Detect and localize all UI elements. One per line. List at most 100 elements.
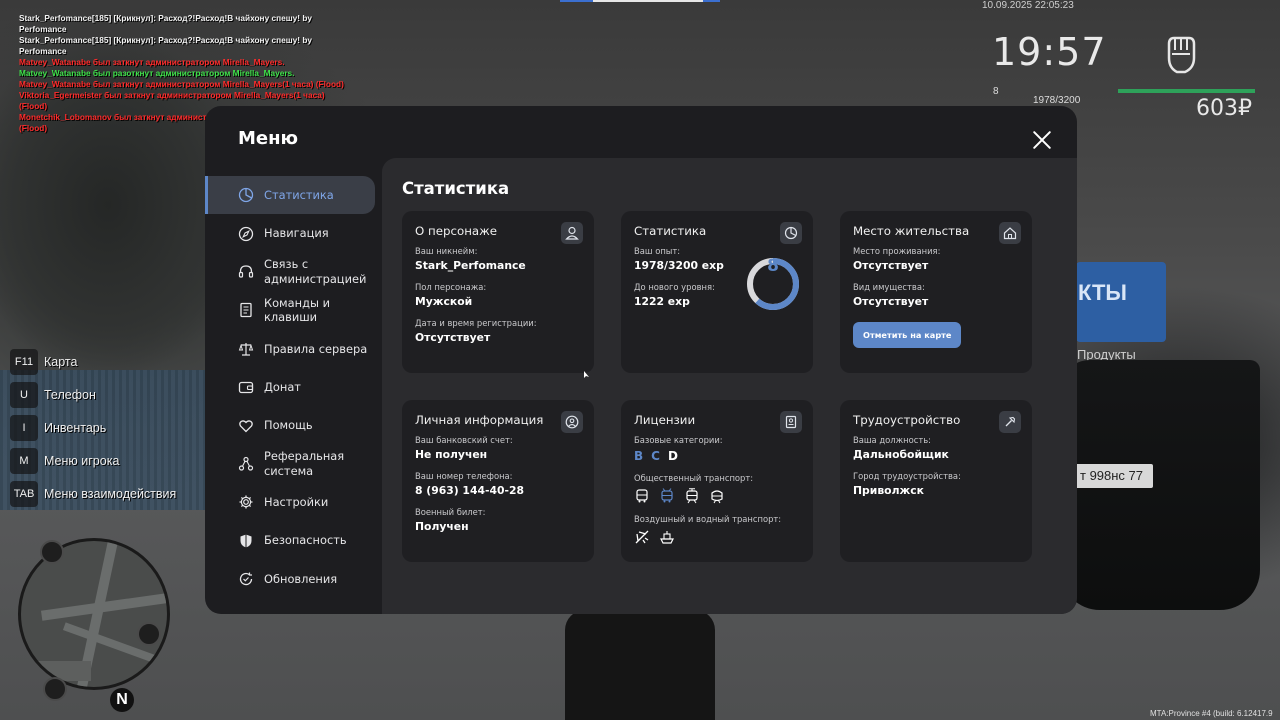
gender-label: Пол персонажа:	[415, 282, 487, 292]
stats-content-panel: Статистика О персонаже Ваш никнейм: Star…	[382, 158, 1077, 614]
basic-categories-label: Базовые категории:	[634, 435, 723, 445]
air-water-transport-icons	[634, 529, 800, 545]
sidebar-item-label: Помощь	[264, 418, 313, 433]
registration-label: Дата и время регистрации:	[415, 318, 537, 328]
license-category-b: B	[634, 449, 644, 463]
health-bar	[1118, 89, 1255, 93]
pie-chart-icon	[238, 187, 254, 203]
close-icon[interactable]	[1031, 129, 1053, 151]
sidebar-item-document[interactable]: Команды и клавиши	[205, 291, 382, 329]
hud-exp: 1978/3200	[1033, 95, 1081, 106]
minimap-blip-icon	[137, 622, 161, 646]
top-progress-bar-fill	[593, 0, 703, 2]
user-icon	[561, 222, 583, 244]
military-id-label: Военный билет:	[415, 507, 486, 517]
chat-line: Matvey_Watanabe был заткнут администрато…	[19, 79, 344, 89]
gender-value: Мужской	[415, 295, 473, 308]
employment-city-value: Приволжск	[853, 484, 924, 497]
network-icon	[238, 456, 254, 472]
sidebar-item-gear[interactable]: Настройки	[205, 483, 382, 521]
boat-icon	[659, 529, 675, 545]
card-title: О персонаже	[415, 224, 498, 238]
gear-icon	[238, 494, 254, 510]
build-info: MTA:Province #4 (build: 6.12417.9	[1150, 709, 1273, 718]
keybind-key: I	[10, 414, 38, 441]
background-player-character	[565, 610, 715, 720]
keybind-label: Меню игрока	[44, 453, 120, 468]
hud-date: 10.09.2025 22:05:23	[982, 0, 1074, 11]
phone-label: Ваш номер телефона:	[415, 471, 513, 481]
scales-icon	[238, 341, 254, 357]
license-card-icon	[780, 411, 802, 433]
card-title: Личная информация	[415, 413, 544, 427]
content-title: Статистика	[402, 179, 510, 198]
trolleybus-icon	[659, 488, 675, 504]
sidebar-item-headset[interactable]: Связь с администрацией	[205, 253, 382, 291]
chat-line: Matvey_Watanabe был разоткнут администра…	[19, 68, 295, 78]
menu-window: Меню Статистика Навигация Связь с админист…	[205, 106, 1077, 614]
chat-line: Perfomance	[19, 24, 67, 34]
card-title: Лицензии	[634, 413, 696, 427]
sidebar-item-wallet[interactable]: Донат	[205, 368, 382, 406]
car-license-plate: т 998нс 77	[1075, 464, 1153, 488]
refresh-check-icon	[238, 571, 254, 587]
chat-line: Matvey_Watanabe был заткнут администрато…	[19, 57, 285, 67]
licenses-card: Лицензии Базовые категории: B C D Общест…	[621, 400, 813, 562]
keybind-label: Меню взаимодействия	[44, 486, 177, 501]
shield-icon	[238, 533, 254, 549]
house-icon	[999, 222, 1021, 244]
residence-value: Отсутствует	[853, 259, 929, 272]
residence-label: Место проживания:	[853, 246, 941, 256]
keybind-key: TAB	[10, 480, 38, 507]
mark-on-map-button[interactable]: Отметить на карте	[853, 322, 962, 348]
exp-label: Ваш опыт:	[634, 246, 681, 256]
public-transport-label: Общественный транспорт:	[634, 473, 754, 483]
bus-icon	[634, 488, 650, 504]
sidebar-item-label: Команды и клавиши	[264, 295, 330, 325]
sidebar-item-scales[interactable]: Правила сервера	[205, 330, 382, 368]
background-shop-sign-text: КТЫ	[1078, 280, 1127, 305]
personal-info-card: Личная информация Ваш банковский счет: Н…	[402, 400, 594, 562]
sidebar-item-compass[interactable]: Навигация	[205, 214, 382, 252]
sidebar-item-label: Донат	[264, 379, 301, 394]
keybind-key: M	[10, 447, 38, 474]
wallet-icon	[238, 379, 254, 395]
fist-weapon-icon	[1163, 34, 1197, 74]
keybind-row: TAB Меню взаимодействия	[10, 477, 176, 510]
hammer-icon	[999, 411, 1021, 433]
license-category-d: D	[667, 449, 678, 463]
tram-icon	[684, 488, 700, 504]
hud-time: 19:57	[992, 30, 1107, 74]
sidebar-item-pie-chart[interactable]: Статистика	[205, 176, 375, 215]
sidebar-item-shield[interactable]: Безопасность	[205, 522, 382, 560]
minimap	[18, 538, 170, 690]
keybind-row: I Инвентарь	[10, 411, 176, 444]
minimap-north-icon: N	[110, 688, 134, 712]
sidebar-item-heart-hand[interactable]: Помощь	[205, 406, 382, 444]
sidebar-item-refresh-check[interactable]: Обновления	[205, 560, 382, 598]
public-transport-icons	[634, 488, 800, 504]
sidebar-item-label: Настройки	[264, 495, 329, 510]
metro-icon	[709, 488, 725, 504]
keybind-hints: F11 Карта U Телефон I Инвентарь M Меню игрока TA…	[10, 345, 176, 510]
card-title: Место жительства	[853, 224, 970, 238]
compass-icon	[238, 226, 254, 242]
menu-sidebar: Статистика Навигация Связь с администрацие…	[205, 176, 382, 598]
card-title: Трудоустройство	[853, 413, 961, 427]
keybind-key: F11	[10, 348, 38, 375]
heart-hand-icon	[238, 418, 254, 434]
sidebar-item-label: Навигация	[264, 226, 329, 241]
employment-card: Трудоустройство Ваша должность: Дальнобо…	[840, 400, 1032, 562]
chat-line: Perfomance	[19, 46, 67, 56]
position-label: Ваша должность:	[853, 435, 931, 445]
bank-account-label: Ваш банковский счет:	[415, 435, 513, 445]
license-category-c: C	[651, 449, 660, 463]
menu-title: Меню	[238, 128, 299, 149]
card-title: Статистика	[634, 224, 707, 238]
keybind-label: Карта	[44, 354, 78, 369]
user-circle-icon	[561, 411, 583, 433]
keybind-row: M Меню игрока	[10, 444, 176, 477]
chat-line: Stark_Perfomance[185] [Крикнул]: Расход?…	[19, 13, 313, 23]
property-label: Вид имущества:	[853, 282, 925, 292]
sidebar-item-network[interactable]: Реферальная система	[205, 445, 382, 483]
